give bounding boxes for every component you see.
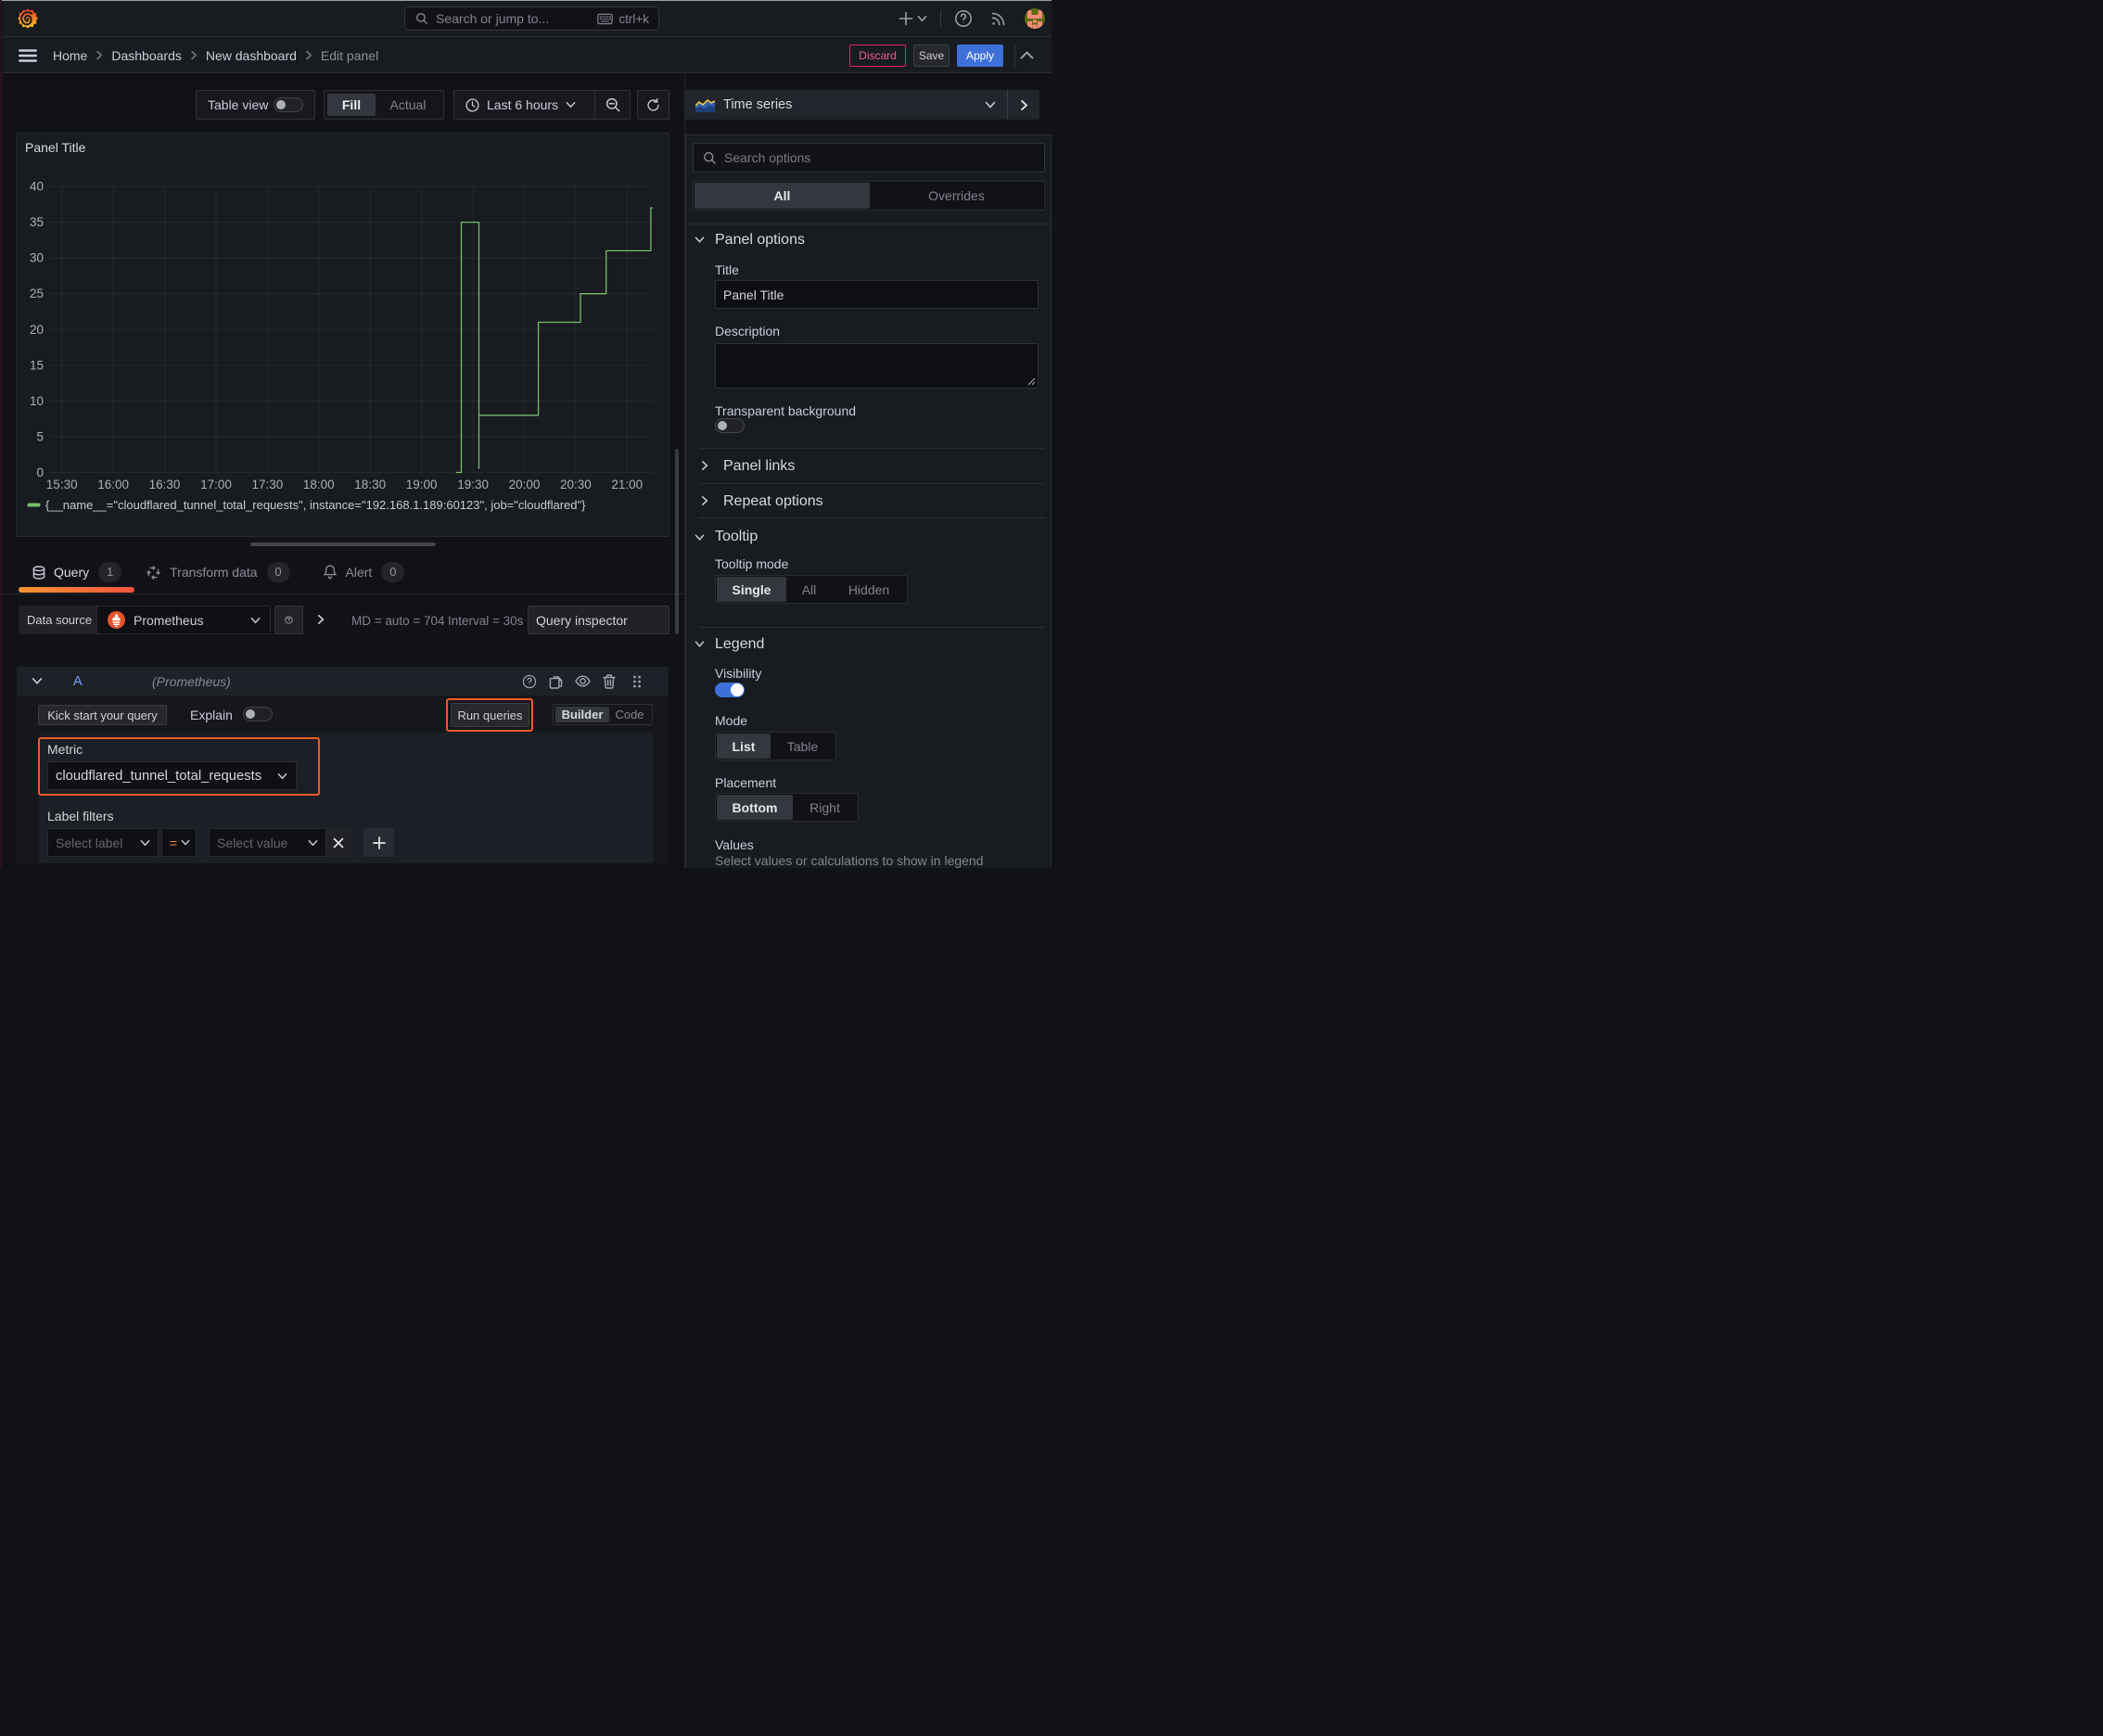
svg-text:19:30: 19:30 bbox=[457, 478, 489, 491]
svg-text:20:00: 20:00 bbox=[509, 478, 541, 491]
svg-text:35: 35 bbox=[30, 215, 44, 229]
svg-text:15: 15 bbox=[30, 358, 44, 372]
svg-text:16:00: 16:00 bbox=[97, 478, 129, 491]
svg-text:10: 10 bbox=[30, 394, 44, 408]
svg-text:40: 40 bbox=[30, 180, 44, 194]
svg-text:30: 30 bbox=[30, 251, 44, 265]
svg-text:15:30: 15:30 bbox=[46, 478, 78, 491]
svg-text:20:30: 20:30 bbox=[560, 478, 592, 491]
svg-text:{__name__="cloudflared_tunnel_: {__name__="cloudflared_tunnel_total_requ… bbox=[45, 498, 586, 512]
svg-text:17:00: 17:00 bbox=[200, 478, 232, 491]
svg-text:16:30: 16:30 bbox=[149, 478, 181, 491]
svg-text:21:00: 21:00 bbox=[611, 478, 643, 491]
svg-text:5: 5 bbox=[36, 429, 44, 443]
svg-text:0: 0 bbox=[36, 466, 44, 479]
svg-text:25: 25 bbox=[30, 287, 44, 300]
svg-text:17:30: 17:30 bbox=[252, 478, 284, 491]
svg-text:20: 20 bbox=[30, 323, 44, 337]
svg-text:18:00: 18:00 bbox=[303, 478, 335, 491]
svg-text:18:30: 18:30 bbox=[354, 478, 386, 491]
svg-text:19:00: 19:00 bbox=[406, 478, 438, 491]
